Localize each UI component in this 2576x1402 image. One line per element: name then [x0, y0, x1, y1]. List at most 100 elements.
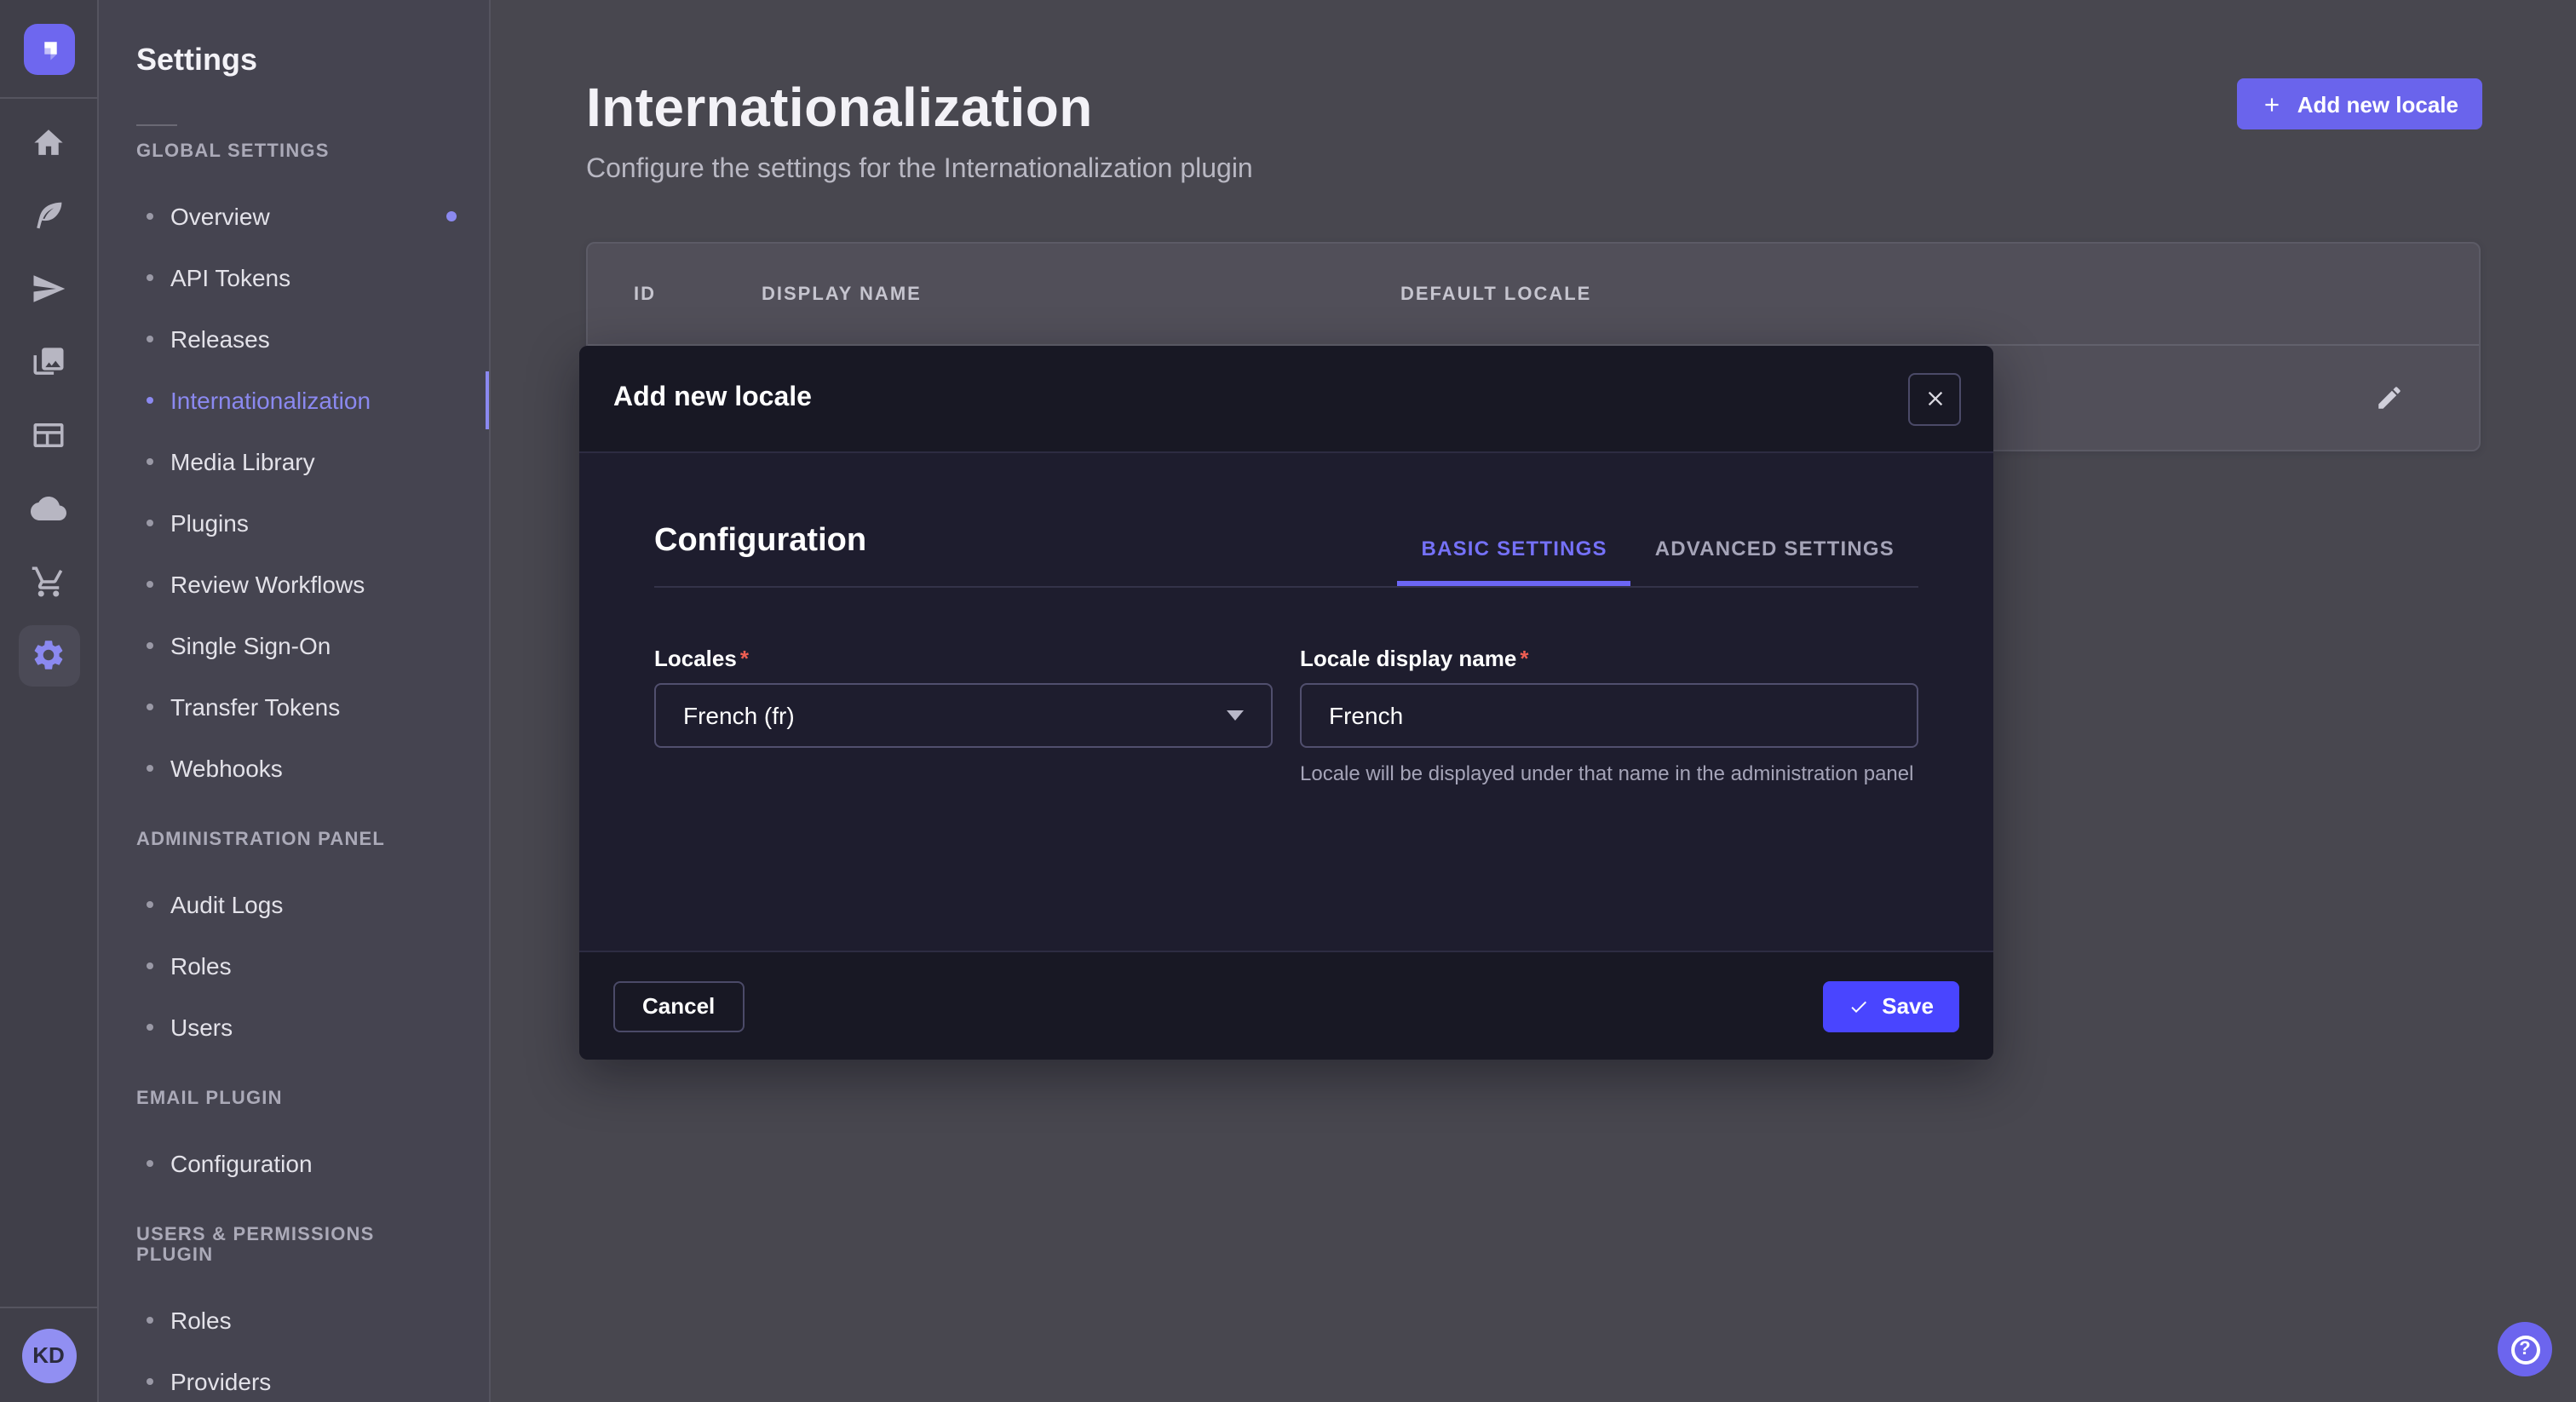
- locales-field: Locales* French (fr): [654, 644, 1273, 789]
- pencil-icon: [2375, 383, 2404, 412]
- display-name-label: Locale display name*: [1300, 646, 1528, 671]
- chevron-down-icon: [1227, 710, 1244, 721]
- required-asterisk: *: [740, 646, 749, 671]
- bullet-icon: [147, 962, 153, 969]
- sidebar-item-overview[interactable]: Overview: [99, 186, 489, 247]
- images-icon: [31, 344, 66, 380]
- nav-section-users-permissions-plugin: USERS & PERMISSIONS PLUGIN: [136, 1225, 451, 1266]
- bullet-icon: [147, 765, 153, 772]
- bullet-icon: [147, 213, 153, 220]
- save-label: Save: [1882, 993, 1934, 1019]
- nav-section-global-settings: GLOBAL SETTINGS: [136, 141, 451, 162]
- display-name-field: Locale display name* Locale will be disp…: [1300, 644, 1918, 789]
- add-new-locale-button[interactable]: Add new locale: [2238, 78, 2482, 129]
- modal-header: Add new locale: [579, 346, 1993, 453]
- rail-item-home[interactable]: [0, 106, 97, 179]
- rail-item-cloud[interactable]: [0, 472, 97, 545]
- cart-icon: [31, 564, 66, 600]
- sidebar-item-api-tokens[interactable]: API Tokens: [99, 247, 489, 308]
- cancel-button[interactable]: Cancel: [613, 980, 744, 1031]
- sidebar-item-review-workflows[interactable]: Review Workflows: [99, 554, 489, 615]
- home-icon: [31, 124, 66, 160]
- bullet-icon: [147, 704, 153, 710]
- strapi-logo-icon: [34, 34, 65, 65]
- strapi-logo[interactable]: [24, 24, 75, 75]
- sidebar-item-users[interactable]: Users: [99, 997, 489, 1058]
- locales-select[interactable]: French (fr): [654, 683, 1273, 748]
- rail-item-images[interactable]: [0, 325, 97, 399]
- settings-subnav: Settings GLOBAL SETTINGSOverviewAPI Toke…: [99, 0, 491, 1402]
- tab-basic-settings[interactable]: BASIC SETTINGS: [1398, 537, 1631, 586]
- sidebar-item-single-sign-on[interactable]: Single Sign-On: [99, 615, 489, 676]
- cloud-icon: [31, 491, 66, 526]
- tab-advanced-settings[interactable]: ADVANCED SETTINGS: [1631, 537, 1918, 586]
- sidebar-item-configuration[interactable]: Configuration: [99, 1133, 489, 1194]
- sidebar-item-audit-logs[interactable]: Audit Logs: [99, 874, 489, 935]
- sidebar-item-transfer-tokens[interactable]: Transfer Tokens: [99, 676, 489, 738]
- sidebar-item-roles[interactable]: Roles: [99, 1290, 489, 1351]
- strapi-admin-screen: KD Settings GLOBAL SETTINGSOverviewAPI T…: [0, 0, 2576, 1402]
- column-default-locale: DEFAULT LOCALE: [1400, 284, 1591, 304]
- locales-select-value: French (fr): [683, 702, 795, 729]
- layout-icon: [31, 417, 66, 453]
- subnav-title-divider: [136, 124, 177, 126]
- rail-icon-list: [0, 106, 97, 692]
- locales-label: Locales*: [654, 646, 749, 671]
- sidebar-item-media-library[interactable]: Media Library: [99, 431, 489, 492]
- sidebar-item-webhooks[interactable]: Webhooks: [99, 738, 489, 799]
- rail-item-feather[interactable]: [0, 179, 97, 252]
- rail-item-cart[interactable]: [0, 545, 97, 618]
- send-icon: [31, 271, 66, 307]
- bullet-icon: [147, 1024, 153, 1031]
- bullet-icon: [147, 336, 153, 342]
- modal-footer: Cancel Save: [579, 951, 1993, 1060]
- rail-divider: [0, 97, 97, 99]
- modal-body: Configuration BASIC SETTINGS ADVANCED SE…: [579, 455, 1993, 951]
- display-name-hint: Locale will be displayed under that name…: [1300, 760, 1918, 789]
- column-id: ID: [634, 284, 762, 304]
- gear-icon: [31, 637, 66, 673]
- notification-dot-icon: [446, 211, 457, 221]
- sidebar-item-providers[interactable]: Providers: [99, 1351, 489, 1402]
- sidebar-item-roles[interactable]: Roles: [99, 935, 489, 997]
- bullet-icon: [147, 1378, 153, 1385]
- sidebar-item-plugins[interactable]: Plugins: [99, 492, 489, 554]
- feather-icon: [31, 198, 66, 233]
- help-button[interactable]: ?: [2498, 1322, 2552, 1376]
- add-new-locale-modal: Add new locale Configuration BASIC SETTI…: [579, 346, 1993, 1060]
- rail-item-send[interactable]: [0, 252, 97, 325]
- modal-close-button[interactable]: [1908, 372, 1961, 425]
- plus-icon: [2262, 93, 2284, 115]
- configuration-title: Configuration: [654, 523, 866, 586]
- configuration-header-row: Configuration BASIC SETTINGS ADVANCED SE…: [654, 523, 1918, 588]
- rail-user-section: KD: [0, 1307, 97, 1402]
- main-sidebar-rail: KD: [0, 0, 99, 1402]
- sidebar-item-internationalization[interactable]: Internationalization: [99, 370, 489, 431]
- bullet-icon: [147, 274, 153, 281]
- bullet-icon: [147, 520, 153, 526]
- bullet-icon: [147, 1317, 153, 1324]
- required-asterisk: *: [1520, 646, 1528, 671]
- rail-item-gear[interactable]: [0, 618, 97, 692]
- page-subtitle: Configure the settings for the Internati…: [586, 155, 2576, 186]
- nav-section-email-plugin: EMAIL PLUGIN: [136, 1089, 451, 1109]
- check-icon: [1848, 996, 1868, 1016]
- bullet-icon: [147, 397, 153, 404]
- column-display-name: DISPLAY NAME: [762, 284, 1400, 304]
- bullet-icon: [147, 901, 153, 908]
- display-name-input[interactable]: [1300, 683, 1918, 748]
- bullet-icon: [147, 581, 153, 588]
- rail-item-layout[interactable]: [0, 399, 97, 472]
- modal-title: Add new locale: [613, 383, 812, 414]
- edit-locale-button[interactable]: [2375, 383, 2404, 412]
- nav-section-administration-panel: ADMINISTRATION PANEL: [136, 830, 451, 850]
- bullet-icon: [147, 642, 153, 649]
- close-icon: [1923, 387, 1946, 411]
- save-button[interactable]: Save: [1822, 980, 1959, 1031]
- modal-fields-row: Locales* French (fr) Locale display name…: [654, 644, 1918, 789]
- sidebar-item-releases[interactable]: Releases: [99, 308, 489, 370]
- avatar[interactable]: KD: [21, 1328, 76, 1382]
- locales-table-header: ID DISPLAY NAME DEFAULT LOCALE: [588, 244, 2479, 346]
- bullet-icon: [147, 458, 153, 465]
- modal-tabs: BASIC SETTINGS ADVANCED SETTINGS: [1398, 537, 1918, 586]
